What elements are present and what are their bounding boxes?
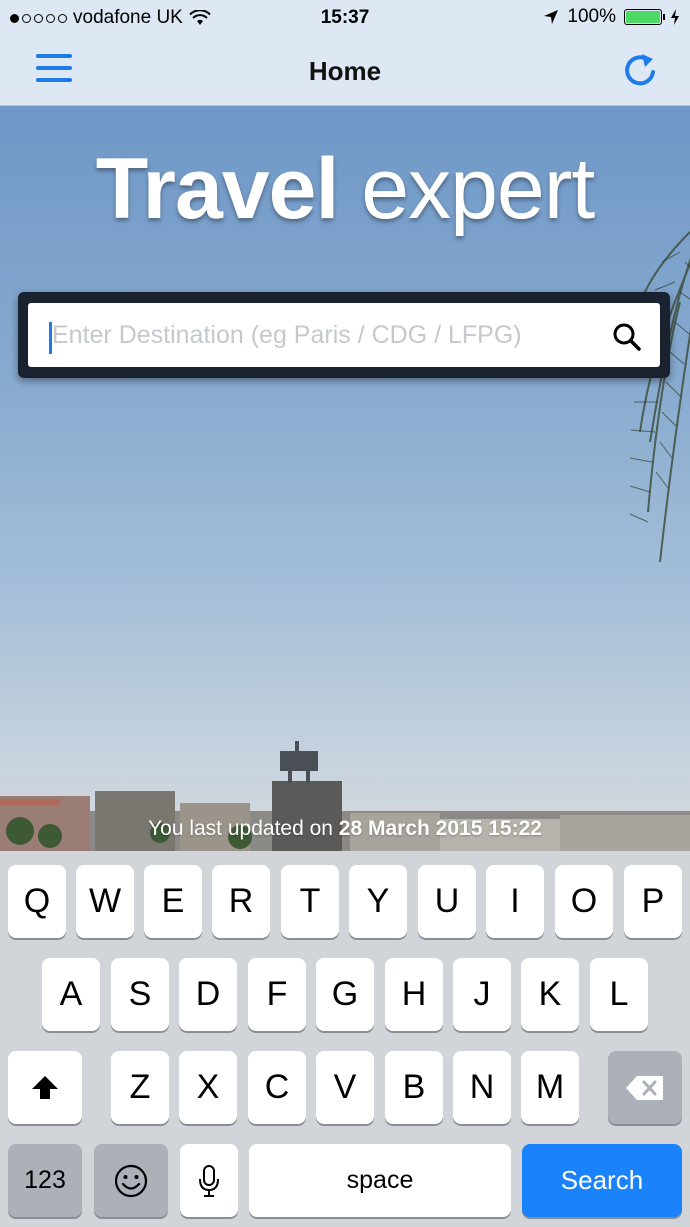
key-n[interactable]: N [453,1051,511,1124]
key-j[interactable]: J [453,958,511,1031]
backspace-icon [626,1075,663,1100]
onscreen-keyboard: Q W E R T Y U I O P A S D F G H J K L Z … [0,851,690,1227]
last-updated-date: 28 March 2015 15:22 [338,817,542,840]
key-k[interactable]: K [521,958,579,1031]
battery-icon [624,9,665,25]
text-cursor [49,322,52,354]
microphone-icon [199,1164,219,1197]
key-q[interactable]: Q [8,865,66,938]
app-logo-title: Travel expert [0,140,690,239]
logo-word-expert: expert [361,141,595,237]
shift-key[interactable] [8,1051,82,1124]
refresh-icon[interactable] [620,50,660,90]
key-f[interactable]: F [248,958,306,1031]
status-right: 100% [543,6,680,28]
space-key[interactable]: space [249,1144,511,1217]
key-a[interactable]: A [42,958,100,1031]
key-c[interactable]: C [248,1051,306,1124]
numbers-key[interactable]: 123 [8,1144,82,1217]
page-title: Home [308,56,382,86]
key-m[interactable]: M [521,1051,579,1124]
battery-percentage: 100% [567,6,616,27]
key-g[interactable]: G [316,958,374,1031]
key-w[interactable]: W [76,865,134,938]
charging-bolt-icon [671,9,679,25]
destination-search-input[interactable] [28,303,660,367]
key-t[interactable]: T [281,865,339,938]
key-r[interactable]: R [212,865,270,938]
dictation-key[interactable] [180,1144,238,1217]
backspace-key[interactable] [608,1051,682,1124]
key-y[interactable]: Y [349,865,407,938]
emoji-key[interactable] [94,1144,168,1217]
logo-word-travel: Travel [95,141,340,237]
palm-tree-image [629,231,690,563]
app-screen: vodafone UK 15:37 100% Home Travel exper… [0,0,690,1227]
key-d[interactable]: D [179,958,237,1031]
shift-arrow-icon [32,1075,58,1099]
key-v[interactable]: V [316,1051,374,1124]
key-u[interactable]: U [418,865,476,938]
last-updated-text: You last updated on 28 March 2015 15:22 [0,817,690,841]
navigation-bar: Home [0,36,690,106]
key-i[interactable]: I [486,865,544,938]
key-l[interactable]: L [590,958,648,1031]
search-icon[interactable] [612,322,642,352]
search-box [18,292,670,378]
key-e[interactable]: E [144,865,202,938]
key-p[interactable]: P [624,865,682,938]
smiley-icon [114,1164,148,1197]
key-x[interactable]: X [179,1051,237,1124]
search-key[interactable]: Search [522,1144,682,1217]
last-updated-prefix: You last updated on [148,817,333,840]
key-z[interactable]: Z [111,1051,169,1124]
key-o[interactable]: O [555,865,613,938]
location-arrow-icon [544,10,559,24]
key-b[interactable]: B [385,1051,443,1124]
key-s[interactable]: S [111,958,169,1031]
status-bar: vodafone UK 15:37 100% [0,0,690,36]
key-h[interactable]: H [385,958,443,1031]
